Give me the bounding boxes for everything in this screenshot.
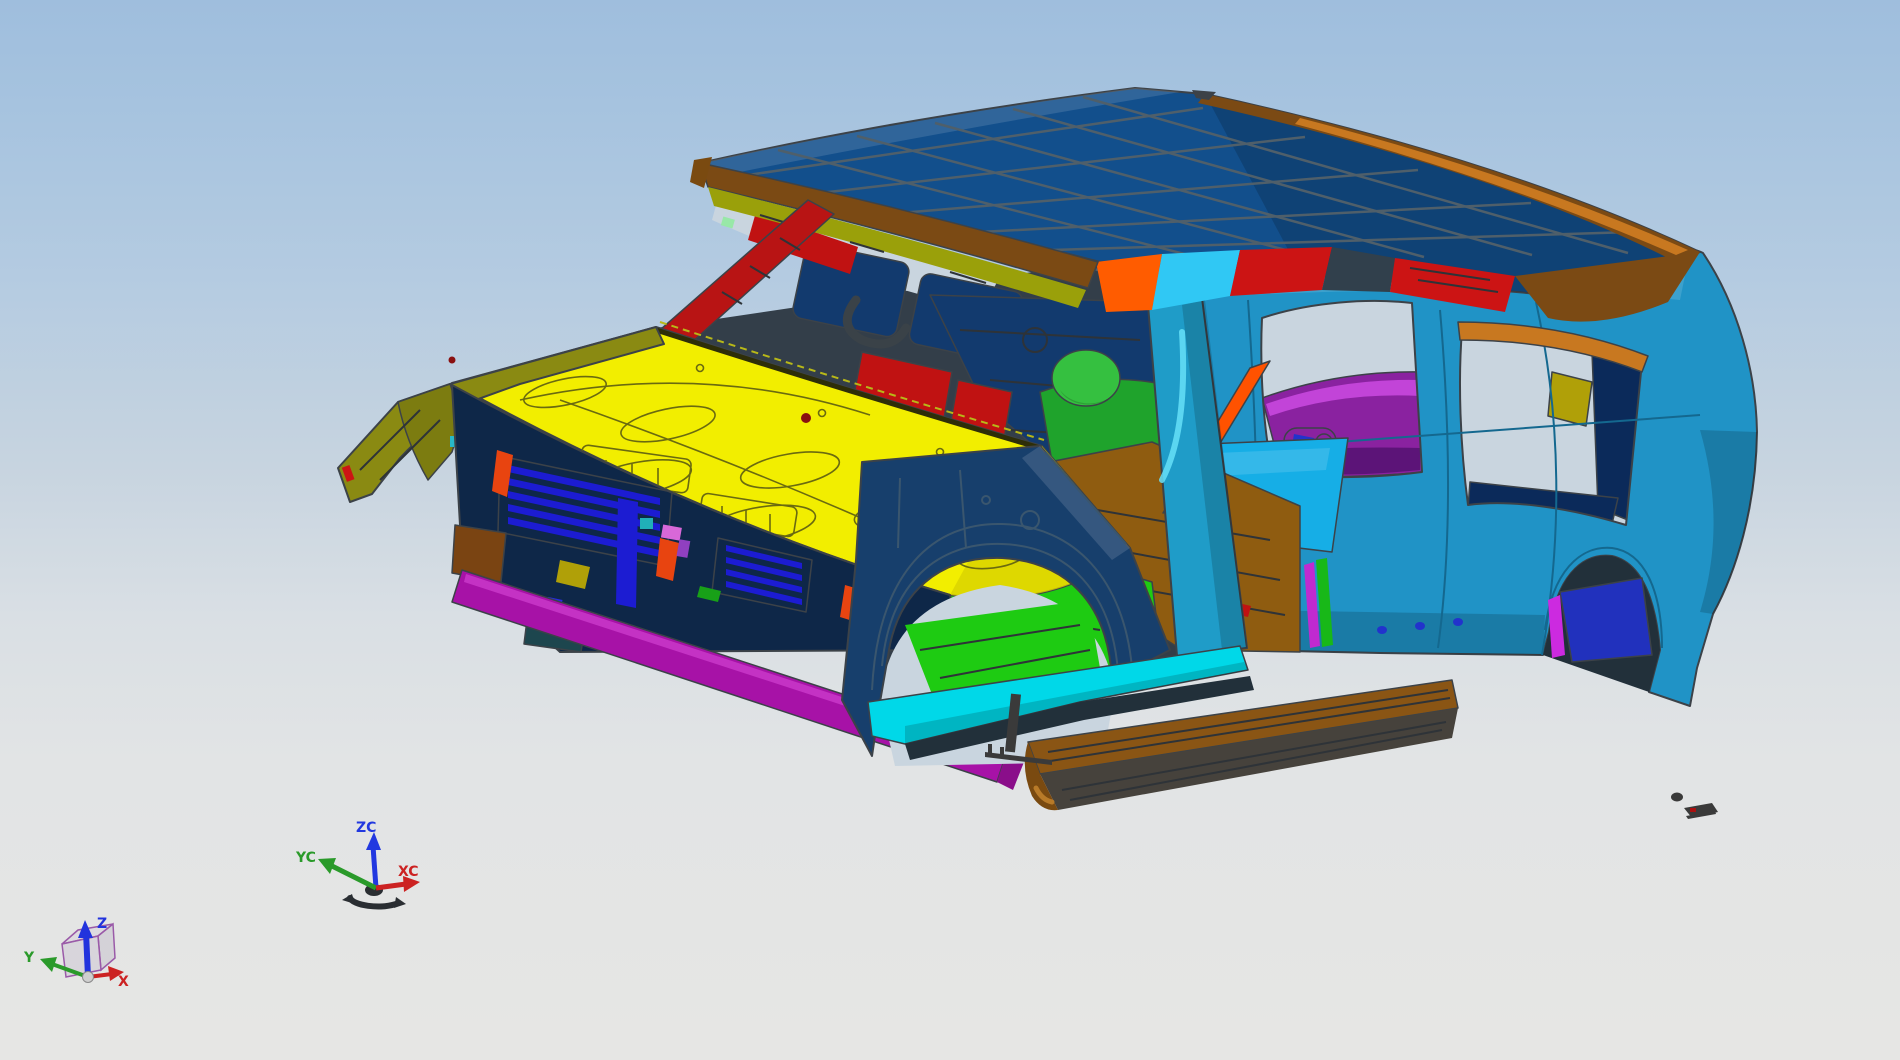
cad-viewport[interactable]: ZC YC XC Z Y X	[0, 0, 1900, 1060]
wcs-y-axis: YC	[295, 850, 378, 891]
view-z-label: Z	[97, 916, 107, 932]
wcs-z-label: ZC	[356, 820, 376, 836]
quarter-inner-bracket[interactable]	[1547, 371, 1593, 427]
wcs-x-label: XC	[398, 864, 419, 880]
view-y-label: Y	[23, 950, 35, 966]
view-triad-origin	[82, 971, 94, 983]
floating-debris[interactable]	[1671, 792, 1718, 820]
view-triad[interactable]: Z Y X	[23, 916, 129, 990]
model-canvas[interactable]: ZC YC XC Z Y X	[0, 0, 1900, 1060]
view-x-label: X	[118, 974, 129, 990]
front-seat-headrest	[1051, 349, 1121, 407]
rear-arch-blue-insert[interactable]	[1559, 577, 1653, 663]
wcs-x-axis: XC	[375, 864, 420, 892]
wcs-triad[interactable]: ZC YC XC	[295, 820, 420, 910]
wcs-y-label: YC	[295, 850, 316, 866]
bumper-brown-box[interactable]	[451, 524, 507, 583]
